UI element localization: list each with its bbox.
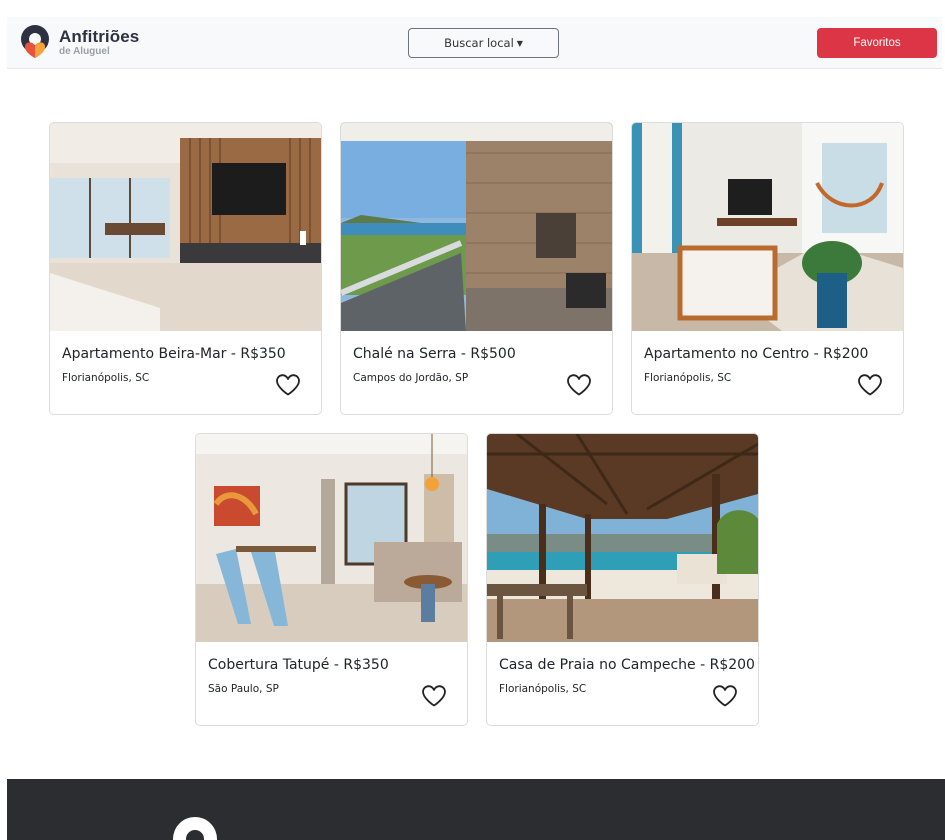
brand-name: Anfitriões bbox=[59, 26, 140, 46]
search-location-dropdown[interactable]: Buscar local ▼ bbox=[408, 28, 559, 58]
brand-logo-icon bbox=[21, 25, 49, 58]
listing-card[interactable]: Apartamento no Centro - R$200 Florianópo… bbox=[631, 122, 904, 415]
listing-title: Cobertura Tatupé - R$350 bbox=[208, 657, 389, 673]
listing-title: Chalé na Serra - R$500 bbox=[353, 346, 516, 362]
listing-card[interactable]: Cobertura Tatupé - R$350 São Paulo, SP bbox=[195, 433, 468, 726]
listing-location: São Paulo, SP bbox=[208, 683, 279, 695]
listing-card[interactable]: Casa de Praia no Campeche - R$200 Floria… bbox=[486, 433, 759, 726]
listing-location: Florianópolis, SC bbox=[644, 372, 732, 384]
favorites-button[interactable]: Favoritos bbox=[817, 28, 937, 58]
listing-title: Casa de Praia no Campeche - R$200 bbox=[499, 657, 755, 673]
listing-title: Apartamento Beira-Mar - R$350 bbox=[62, 346, 286, 362]
listing-location: Campos do Jordão, SP bbox=[353, 372, 469, 384]
listing-location: Florianópolis, SC bbox=[499, 683, 587, 695]
brand-subtitle: de Aluguel bbox=[59, 45, 110, 57]
favorite-heart-icon[interactable] bbox=[421, 684, 447, 708]
footer bbox=[7, 779, 945, 840]
favorite-heart-icon[interactable] bbox=[275, 373, 301, 397]
navbar: Anfitriões de Aluguel Buscar local ▼ Fav… bbox=[7, 17, 942, 69]
listing-photo-apartment bbox=[632, 123, 903, 331]
brand-logo-link[interactable]: Anfitriões de Aluguel bbox=[19, 23, 139, 61]
favorite-heart-icon[interactable] bbox=[857, 373, 883, 397]
listing-title: Apartamento no Centro - R$200 bbox=[644, 346, 869, 362]
favorite-heart-icon[interactable] bbox=[712, 684, 738, 708]
listing-location: Florianópolis, SC bbox=[62, 372, 150, 384]
favorite-heart-icon[interactable] bbox=[566, 373, 592, 397]
listing-card[interactable]: Chalé na Serra - R$500 Campos do Jordão,… bbox=[340, 122, 613, 415]
footer-logo-icon bbox=[173, 817, 217, 840]
listing-photo-living-room bbox=[50, 123, 321, 331]
search-location-label: Buscar local bbox=[444, 36, 514, 50]
caret-down-icon: ▼ bbox=[516, 39, 523, 48]
listing-card[interactable]: Apartamento Beira-Mar - R$350 Florianópo… bbox=[49, 122, 322, 415]
listing-photo-balcony bbox=[341, 123, 612, 331]
listing-photo-beach-house bbox=[487, 434, 758, 642]
listing-photo-penthouse bbox=[196, 434, 467, 642]
